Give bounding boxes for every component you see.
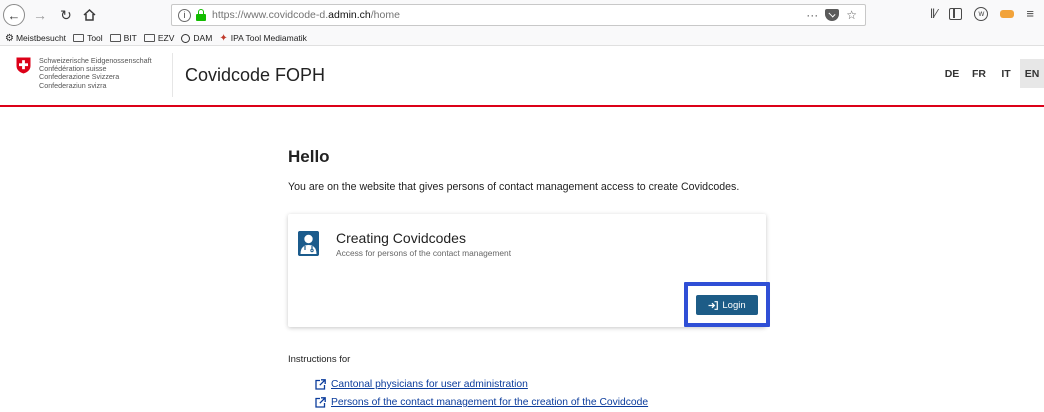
confederation-names: Schweizerische Eidgenossenschaft Confédé… bbox=[39, 56, 152, 90]
bookmark-label: DAM bbox=[193, 33, 213, 43]
login-highlight-frame: Login bbox=[684, 282, 770, 327]
bookmark-item[interactable]: BIT bbox=[109, 33, 137, 43]
folder-icon bbox=[73, 34, 85, 42]
hamburger-menu-icon[interactable]: ≡ bbox=[1026, 6, 1034, 21]
bookmark-label: Tool bbox=[87, 33, 103, 43]
bookmark-item[interactable]: ✦ IPA Tool Mediamatik bbox=[219, 33, 307, 44]
page-actions-icon[interactable]: ··· bbox=[806, 8, 818, 22]
reload-button[interactable]: ↻ bbox=[57, 4, 75, 26]
instructions-label: Instructions for bbox=[288, 354, 351, 365]
url-bar[interactable]: i https://www.covidcode-d.admin.ch/home … bbox=[171, 4, 866, 26]
folder-icon bbox=[143, 34, 155, 42]
bookmark-label: IPA Tool Mediamatik bbox=[230, 33, 307, 43]
card-subtitle: Access for persons of the contact manage… bbox=[336, 248, 512, 258]
arrow-left-icon: ← bbox=[7, 7, 21, 23]
bookmark-item[interactable]: DAM bbox=[181, 33, 212, 43]
external-link-icon bbox=[315, 379, 326, 390]
header-divider bbox=[172, 53, 173, 97]
bookmark-label: Meistbesucht bbox=[15, 33, 67, 43]
bookmark-item[interactable]: ⚙ Meistbesucht bbox=[5, 33, 66, 44]
covidcode-card: Creating Covidcodes Access for persons o… bbox=[288, 214, 770, 327]
bookmark-label: BIT bbox=[123, 33, 137, 43]
login-label: Login bbox=[722, 299, 746, 311]
home-button[interactable] bbox=[80, 4, 98, 26]
gear-icon: ⚙ bbox=[5, 32, 14, 44]
link-text: Cantonal physicians for user administrat… bbox=[331, 379, 528, 390]
url-text[interactable]: https://www.covidcode-d.admin.ch/home bbox=[212, 9, 400, 21]
reload-icon: ↻ bbox=[60, 6, 72, 23]
link-text: Persons of the contact management for th… bbox=[331, 397, 649, 408]
ipa-icon: ✦ bbox=[219, 32, 228, 44]
login-button[interactable]: Login bbox=[696, 295, 758, 315]
language-en[interactable]: EN bbox=[1020, 59, 1044, 88]
url-path: /home bbox=[370, 9, 400, 21]
library-icon[interactable]: ‖∕ bbox=[930, 6, 938, 21]
url-domain: admin.ch bbox=[328, 9, 371, 21]
instructions-link-cantonal[interactable]: Cantonal physicians for user administrat… bbox=[315, 379, 528, 390]
confed-line: Confederaziun svizra bbox=[39, 80, 107, 90]
health-worker-icon bbox=[298, 231, 319, 256]
card-title: Creating Covidcodes bbox=[336, 230, 466, 246]
swiss-cross-logo-icon bbox=[16, 57, 31, 74]
home-icon bbox=[82, 9, 96, 21]
back-button[interactable]: ← bbox=[3, 4, 25, 26]
bookmark-item[interactable]: EZV bbox=[143, 33, 175, 43]
browser-toolbar: ← → ↻ i https://www.covidcode-d.admin.ch… bbox=[0, 0, 1044, 31]
language-de[interactable]: DE bbox=[939, 59, 965, 88]
lock-icon bbox=[196, 9, 206, 21]
info-icon[interactable]: i bbox=[178, 8, 191, 22]
bookmark-label: EZV bbox=[157, 33, 175, 43]
sign-in-icon bbox=[708, 300, 719, 310]
sidebar-icon[interactable] bbox=[949, 7, 963, 20]
instructions-link-contact-management[interactable]: Persons of the contact management for th… bbox=[315, 397, 648, 408]
bookmarks-bar: ⚙ Meistbesucht Tool BIT EZV DAM ✦ IPA Tool… bbox=[0, 31, 1044, 46]
pocket-icon[interactable] bbox=[825, 9, 840, 21]
site-header: Schweizerische Eidgenossenschaft Confédé… bbox=[0, 47, 1044, 105]
url-prefix: https://www.covidcode-d. bbox=[212, 9, 329, 21]
page-title: Hello bbox=[288, 147, 330, 166]
forward-button[interactable]: → bbox=[31, 4, 49, 26]
bookmark-star-icon[interactable]: ☆ bbox=[846, 8, 857, 22]
arrow-right-icon: → bbox=[33, 7, 47, 23]
external-link-icon bbox=[315, 397, 326, 408]
globe-icon bbox=[181, 33, 191, 43]
intro-text: You are on the website that gives person… bbox=[288, 181, 740, 193]
extension-icon[interactable] bbox=[1000, 9, 1015, 18]
language-switcher: DE FR IT EN bbox=[938, 59, 1044, 88]
header-accent-line bbox=[0, 105, 1044, 107]
extension-globe-icon[interactable]: w bbox=[974, 6, 989, 21]
app-title: Covidcode FOPH bbox=[185, 65, 326, 85]
language-fr[interactable]: FR bbox=[966, 59, 992, 88]
folder-icon bbox=[109, 34, 121, 42]
language-it[interactable]: IT bbox=[993, 59, 1019, 88]
bookmark-item[interactable]: Tool bbox=[73, 33, 103, 43]
